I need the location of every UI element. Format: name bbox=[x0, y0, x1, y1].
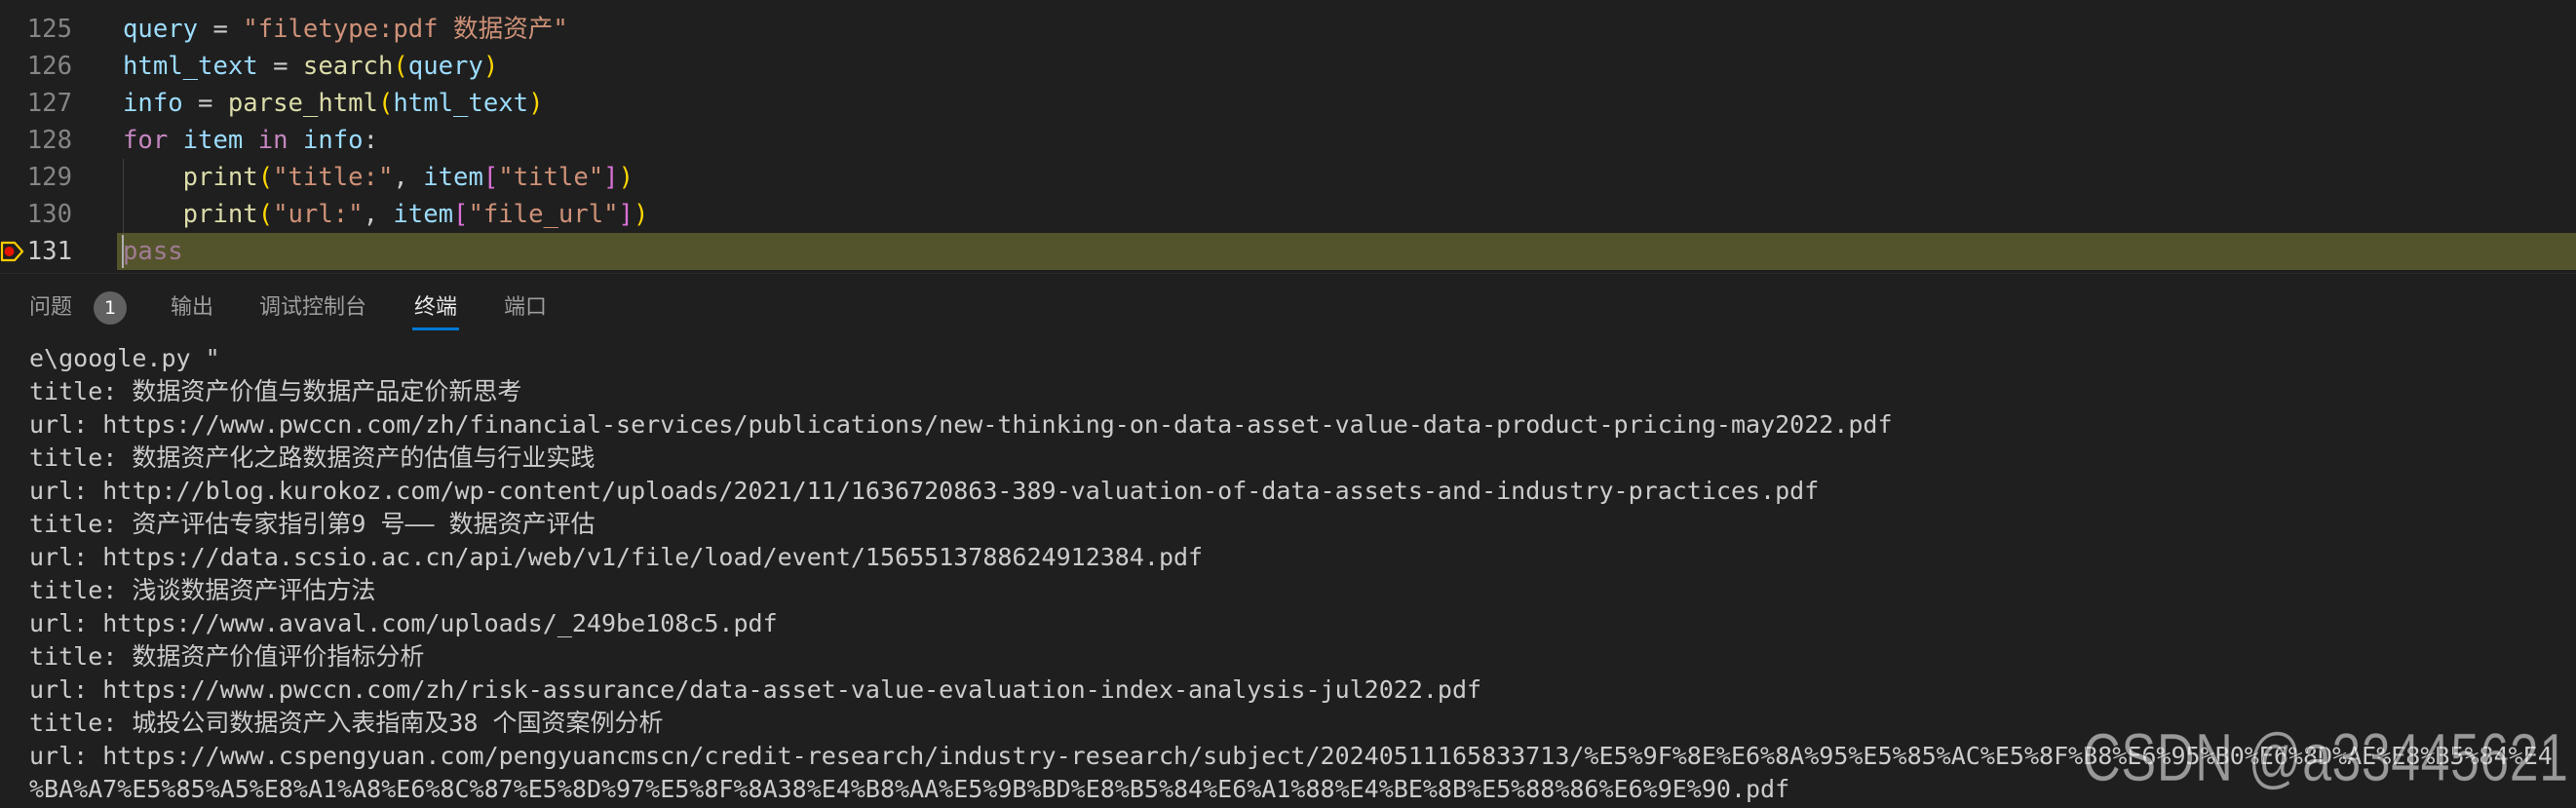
code-text: print("url:", item["file_url"]) bbox=[123, 196, 649, 233]
code-bracket: ) bbox=[633, 200, 649, 229]
code-string: "url:" bbox=[273, 200, 364, 229]
code-keyword: in bbox=[243, 126, 288, 155]
code-text: info = parse_html(html_text) bbox=[123, 85, 544, 122]
code-variable: item bbox=[423, 163, 483, 192]
tab-problems[interactable]: 问题 bbox=[29, 291, 72, 325]
code-variable: html_text bbox=[393, 89, 529, 118]
active-tab-indicator bbox=[412, 327, 459, 330]
line-number: 131 bbox=[26, 237, 72, 266]
line-number: 124 bbox=[0, 0, 72, 11]
terminal-line: url: https://www.pwccn.com/zh/financial-… bbox=[29, 410, 1893, 439]
terminal-line: url: https://www.pwccn.com/zh/risk-assur… bbox=[29, 675, 1482, 704]
terminal-line: title: 数据资产价值评价指标分析 bbox=[29, 642, 425, 671]
code-string: "title:" bbox=[273, 163, 394, 192]
code-line[interactable]: 124 bbox=[0, 0, 2576, 11]
code-punctuation: , bbox=[393, 163, 424, 192]
code-bracket: [ bbox=[482, 163, 499, 192]
terminal-line: url: https://data.scsio.ac.cn/api/web/v1… bbox=[29, 543, 1204, 571]
code-bracket: ) bbox=[482, 52, 499, 81]
code-bracket: ( bbox=[257, 163, 274, 192]
code-variable: html_text bbox=[123, 52, 258, 81]
code-variable: query bbox=[123, 15, 199, 44]
watermark: CSDN @a33445621 bbox=[2082, 719, 2568, 795]
code-text: html_text = search(query) bbox=[123, 48, 498, 85]
terminal-line: url: http://blog.kurokoz.com/wp-content/… bbox=[29, 477, 1820, 505]
code-keyword: for bbox=[123, 126, 169, 155]
code-function: parse_html bbox=[227, 89, 378, 118]
code-function: print bbox=[123, 200, 258, 229]
terminal-line: title: 浅谈数据资产评估方法 bbox=[29, 576, 376, 604]
tab-ports[interactable]: 端口 bbox=[504, 291, 547, 325]
code-string: "file_url" bbox=[468, 200, 619, 229]
code-line[interactable]: 128 for item in info: bbox=[0, 122, 2576, 159]
code-punctuation: : bbox=[363, 126, 378, 155]
code-variable: query bbox=[407, 52, 483, 81]
line-number: 130 bbox=[26, 200, 72, 229]
terminal-line: title: 资产评估专家指引第9 号—— 数据资产评估 bbox=[29, 510, 596, 538]
code-keyword: pass bbox=[123, 237, 183, 266]
line-number: 126 bbox=[26, 52, 72, 81]
code-bracket: ) bbox=[528, 89, 544, 118]
code-text: for item in info: bbox=[123, 122, 378, 159]
line-number: 127 bbox=[26, 89, 72, 118]
code-operator: = bbox=[257, 52, 303, 81]
terminal-line: title: 数据资产价值与数据产品定价新思考 bbox=[29, 377, 522, 405]
code-variable: info bbox=[288, 126, 364, 155]
terminal-line: url: https://www.avaval.com/uploads/_249… bbox=[29, 609, 778, 637]
code-text: print("title:", item["title"]) bbox=[123, 159, 634, 196]
stack-frame-highlight bbox=[117, 233, 2576, 270]
code-variable: info bbox=[123, 89, 183, 118]
code-text: query = "filetype:pdf 数据资产" bbox=[123, 11, 568, 48]
code-operator: = bbox=[182, 89, 228, 118]
line-number: 128 bbox=[26, 126, 72, 155]
terminal-line: title: 数据资产化之路数据资产的估值与行业实践 bbox=[29, 443, 596, 472]
current-code-line[interactable]: 131 pass bbox=[0, 233, 2576, 270]
code-function: print bbox=[123, 163, 258, 192]
code-line[interactable]: 127 info = parse_html(html_text) bbox=[0, 85, 2576, 122]
tab-output[interactable]: 输出 bbox=[171, 291, 213, 325]
code-bracket: ( bbox=[257, 200, 274, 229]
terminal-line: e\google.py " bbox=[29, 344, 220, 372]
tab-debug-console[interactable]: 调试控制台 bbox=[259, 291, 366, 325]
code-operator: = bbox=[198, 15, 244, 44]
line-number: 129 bbox=[26, 163, 72, 192]
code-editor[interactable]: 124 125 query = "filetype:pdf 数据资产" 126 … bbox=[0, 0, 2576, 273]
code-bracket: ] bbox=[603, 163, 619, 192]
code-bracket: ] bbox=[618, 200, 634, 229]
code-line[interactable]: 130 print("url:", item["file_url"]) bbox=[0, 196, 2576, 233]
code-function: search bbox=[302, 52, 394, 81]
code-line[interactable]: 129 print("title:", item["title"]) bbox=[0, 159, 2576, 196]
code-line[interactable]: 126 html_text = search(query) bbox=[0, 48, 2576, 85]
code-text: pass bbox=[123, 233, 183, 270]
text-cursor bbox=[122, 235, 124, 268]
code-variable: item bbox=[168, 126, 244, 155]
problems-count-badge: 1 bbox=[94, 291, 127, 325]
code-line[interactable]: 125 query = "filetype:pdf 数据资产" bbox=[0, 11, 2576, 48]
line-number: 125 bbox=[26, 15, 72, 44]
tab-terminal[interactable]: 终端 bbox=[414, 291, 457, 325]
code-bracket: [ bbox=[453, 200, 469, 229]
code-string: "filetype:pdf 数据资产" bbox=[243, 15, 568, 44]
code-variable: item bbox=[393, 200, 454, 229]
code-punctuation: , bbox=[363, 200, 394, 229]
code-bracket: ) bbox=[618, 163, 634, 192]
code-bracket: ( bbox=[377, 89, 394, 118]
code-bracket: ( bbox=[393, 52, 408, 81]
code-string: "title" bbox=[498, 163, 604, 192]
